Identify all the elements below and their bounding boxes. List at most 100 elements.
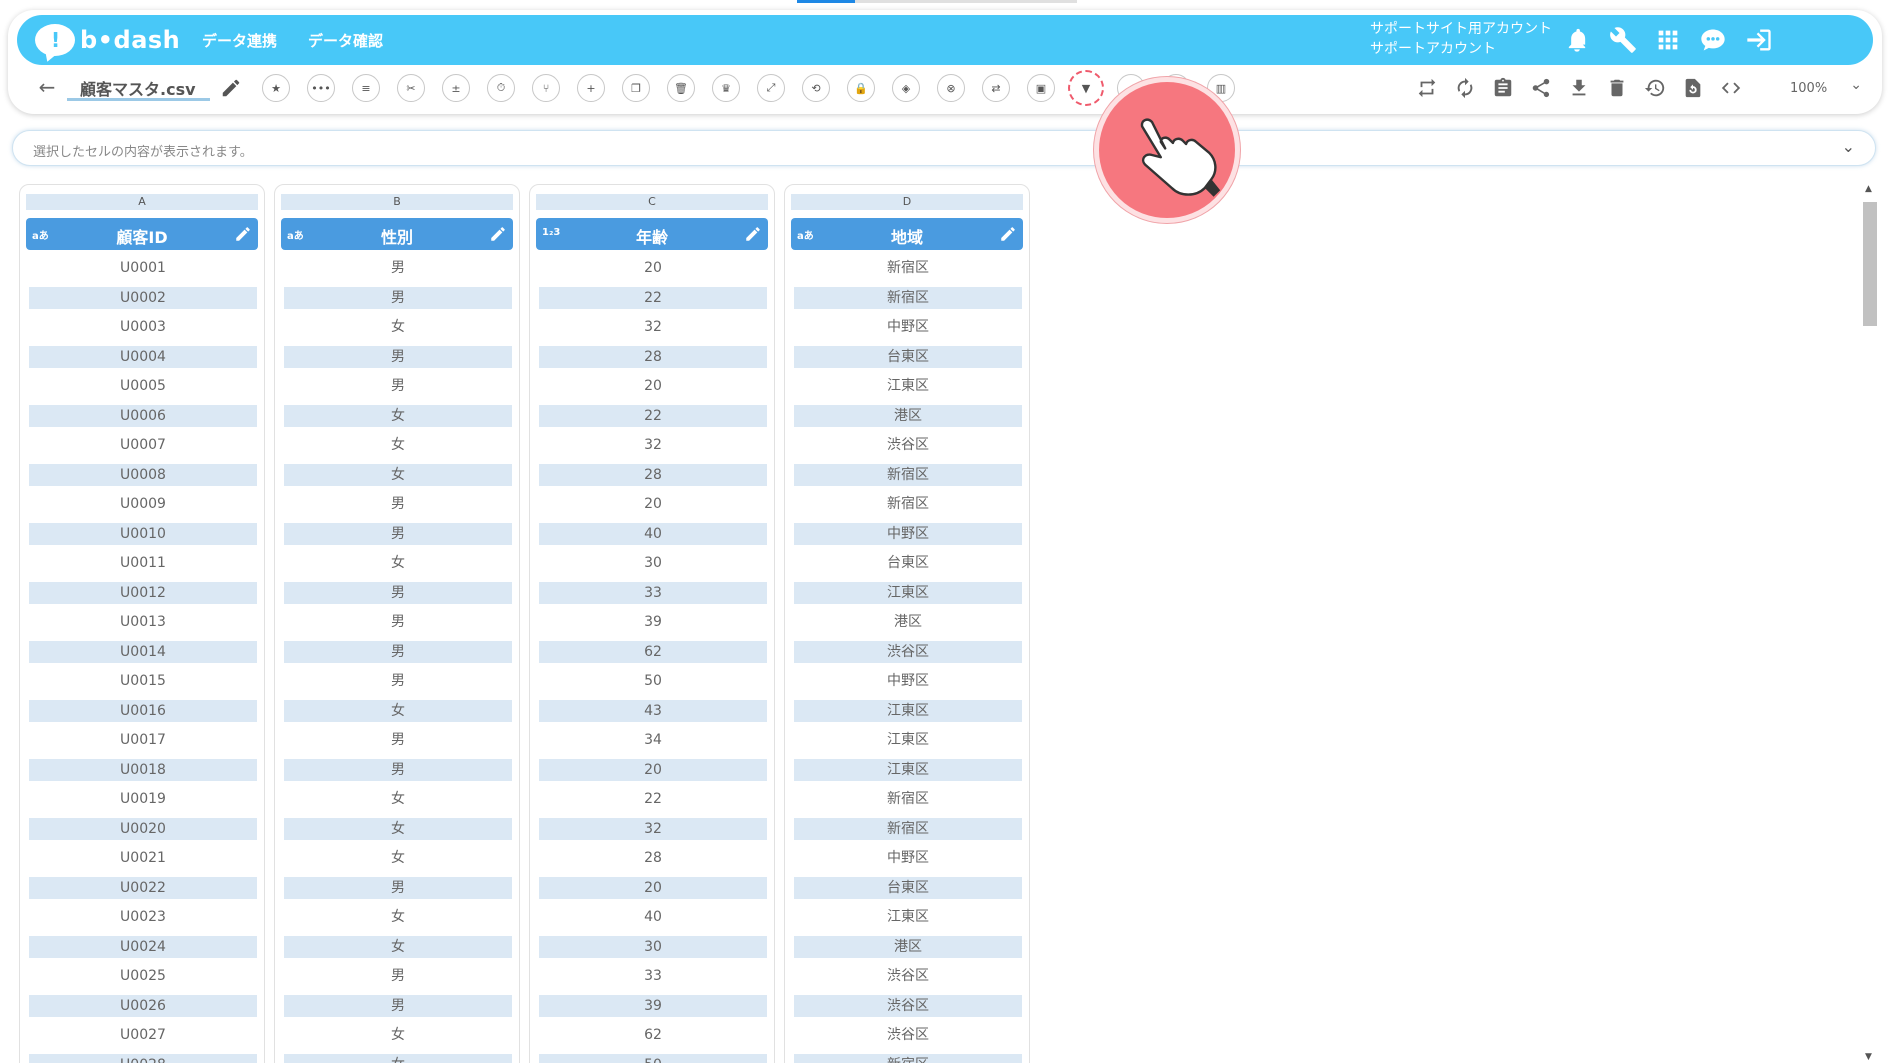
table-cell[interactable]: 新宿区 bbox=[794, 788, 1022, 818]
list-icon[interactable]: ≡ bbox=[352, 74, 380, 102]
file-name[interactable]: 顧客マスタ.csv bbox=[80, 76, 196, 100]
repeat-icon[interactable]: ⟲ bbox=[802, 74, 830, 102]
table-cell[interactable]: 渋谷区 bbox=[794, 640, 1022, 671]
frame-icon[interactable]: ▣ bbox=[1027, 74, 1055, 102]
replace-icon[interactable]: ⇄ bbox=[982, 74, 1010, 102]
table-cell[interactable]: 新宿区 bbox=[794, 1053, 1022, 1063]
back-button[interactable]: ← bbox=[36, 76, 58, 98]
table-cell[interactable]: 男 bbox=[284, 965, 512, 995]
apps-grid-icon[interactable] bbox=[1652, 24, 1684, 56]
table-cell[interactable]: 女 bbox=[284, 935, 512, 966]
table-cell[interactable]: 新宿区 bbox=[794, 463, 1022, 494]
table-cell[interactable]: 34 bbox=[539, 729, 767, 759]
download-icon[interactable] bbox=[1566, 75, 1592, 101]
table-cell[interactable]: 男 bbox=[284, 286, 512, 317]
account-info[interactable]: サポートサイト用アカウント サポートアカウント bbox=[1370, 19, 1552, 59]
logout-icon[interactable] bbox=[1743, 24, 1775, 56]
table-cell[interactable]: U0010 bbox=[29, 522, 257, 553]
crown-icon[interactable]: ♛ bbox=[712, 74, 740, 102]
vertical-scrollbar[interactable]: ▲ ▼ bbox=[1862, 184, 1878, 1062]
scroll-thumb[interactable] bbox=[1863, 202, 1877, 326]
table-cell[interactable]: 39 bbox=[539, 611, 767, 641]
scroll-down-arrow[interactable]: ▼ bbox=[1865, 1052, 1872, 1062]
scroll-up-arrow[interactable]: ▲ bbox=[1865, 184, 1872, 194]
table-cell[interactable]: 男 bbox=[284, 758, 512, 789]
table-cell[interactable]: 33 bbox=[539, 581, 767, 612]
table-cell[interactable]: 50 bbox=[539, 670, 767, 700]
column-letter[interactable]: C bbox=[536, 194, 768, 210]
bell-icon[interactable] bbox=[1561, 24, 1593, 56]
table-cell[interactable]: 江東区 bbox=[794, 906, 1022, 936]
table-cell[interactable]: 男 bbox=[284, 611, 512, 641]
table-cell[interactable]: 28 bbox=[539, 345, 767, 376]
table-cell[interactable]: U0002 bbox=[29, 286, 257, 317]
table-cell[interactable]: 江東区 bbox=[794, 375, 1022, 405]
table-cell[interactable]: 渋谷区 bbox=[794, 1024, 1022, 1054]
table-cell[interactable]: U0001 bbox=[29, 257, 257, 287]
table-cell[interactable]: 32 bbox=[539, 817, 767, 848]
table-cell[interactable]: 50 bbox=[539, 1053, 767, 1063]
copy-icon[interactable]: ❐ bbox=[622, 74, 650, 102]
table-cell[interactable]: 女 bbox=[284, 1053, 512, 1063]
table-cell[interactable]: U0006 bbox=[29, 404, 257, 435]
table-cell[interactable]: U0012 bbox=[29, 581, 257, 612]
column-header[interactable]: aあ 性別 bbox=[281, 218, 513, 250]
table-cell[interactable]: 20 bbox=[539, 375, 767, 405]
lock-icon[interactable]: 🔒 bbox=[847, 74, 875, 102]
timer-icon[interactable]: ⏱ bbox=[487, 74, 515, 102]
table-cell[interactable]: 女 bbox=[284, 463, 512, 494]
table-cell[interactable]: 渋谷区 bbox=[794, 965, 1022, 995]
table-cell[interactable]: U0016 bbox=[29, 699, 257, 730]
table-cell[interactable]: 渋谷区 bbox=[794, 434, 1022, 464]
table-cell[interactable]: U0027 bbox=[29, 1024, 257, 1054]
table-cell[interactable]: 20 bbox=[539, 876, 767, 907]
table-cell[interactable]: 32 bbox=[539, 316, 767, 346]
table-cell[interactable]: 中野区 bbox=[794, 670, 1022, 700]
table-cell[interactable]: U0021 bbox=[29, 847, 257, 877]
column-header[interactable]: aあ 地域 bbox=[791, 218, 1023, 250]
table-cell[interactable]: 新宿区 bbox=[794, 493, 1022, 523]
table-cell[interactable]: 男 bbox=[284, 670, 512, 700]
table-cell[interactable]: 江東区 bbox=[794, 581, 1022, 612]
table-cell[interactable]: 新宿区 bbox=[794, 817, 1022, 848]
table-cell[interactable]: 40 bbox=[539, 906, 767, 936]
table-cell[interactable]: U0024 bbox=[29, 935, 257, 966]
table-cell[interactable]: 男 bbox=[284, 994, 512, 1025]
table-cell[interactable]: U0015 bbox=[29, 670, 257, 700]
table-cell[interactable]: 22 bbox=[539, 404, 767, 435]
table-cell[interactable]: U0005 bbox=[29, 375, 257, 405]
table-cell[interactable]: 女 bbox=[284, 434, 512, 464]
table-cell[interactable]: 女 bbox=[284, 552, 512, 582]
table-cell[interactable]: U0003 bbox=[29, 316, 257, 346]
restore-icon[interactable] bbox=[1680, 75, 1706, 101]
clipboard-icon[interactable] bbox=[1490, 75, 1516, 101]
filter-icon[interactable]: ▼ bbox=[1068, 70, 1104, 106]
table-cell[interactable]: U0020 bbox=[29, 817, 257, 848]
column-letter[interactable]: A bbox=[26, 194, 258, 210]
table-cell[interactable]: U0008 bbox=[29, 463, 257, 494]
table-cell[interactable]: 港区 bbox=[794, 935, 1022, 966]
logo[interactable]: ! b•dash bbox=[35, 23, 180, 57]
bag-icon[interactable]: ◈ bbox=[892, 74, 920, 102]
table-cell[interactable]: 40 bbox=[539, 522, 767, 553]
table-cell[interactable]: 32 bbox=[539, 434, 767, 464]
column-letter[interactable]: B bbox=[281, 194, 513, 210]
edit-column-pencil-icon[interactable] bbox=[234, 225, 252, 243]
refresh-icon[interactable] bbox=[1452, 75, 1478, 101]
rename-pencil-icon[interactable] bbox=[220, 77, 242, 99]
table-cell[interactable]: 江東区 bbox=[794, 699, 1022, 730]
table-cell[interactable]: 台東区 bbox=[794, 876, 1022, 907]
table-cell[interactable]: 男 bbox=[284, 375, 512, 405]
table-cell[interactable]: 江東区 bbox=[794, 758, 1022, 789]
scissors-icon[interactable]: ✂ bbox=[397, 74, 425, 102]
table-cell[interactable]: 39 bbox=[539, 994, 767, 1025]
table-cell[interactable]: 男 bbox=[284, 876, 512, 907]
table-cell[interactable]: 台東区 bbox=[794, 552, 1022, 582]
table-cell[interactable]: 20 bbox=[539, 493, 767, 523]
swap-icon[interactable] bbox=[1414, 75, 1440, 101]
table-cell[interactable]: 男 bbox=[284, 729, 512, 759]
table-cell[interactable]: U0004 bbox=[29, 345, 257, 376]
table-cell[interactable]: U0009 bbox=[29, 493, 257, 523]
ellipsis-icon[interactable]: ••• bbox=[307, 74, 335, 102]
table-cell[interactable]: 女 bbox=[284, 817, 512, 848]
